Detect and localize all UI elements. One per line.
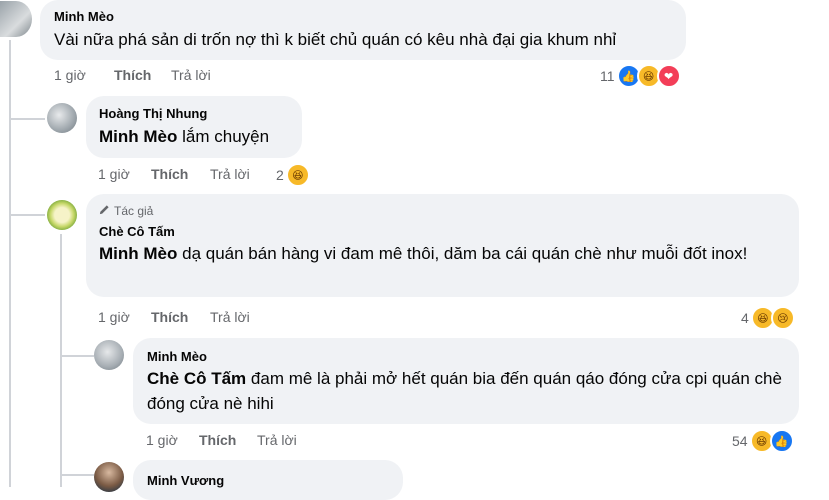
comment-time[interactable]: 1 giờ [146, 432, 199, 448]
like-button[interactable]: Thích [151, 166, 210, 182]
reaction-summary[interactable]: 2 😆 [276, 163, 310, 187]
comment-time[interactable]: 1 giờ [98, 166, 151, 182]
comment-text-wrap: Chè Cô Tấm đam mê là phải mở hết quán bi… [147, 366, 785, 416]
comment-author[interactable]: Hoàng Thị Nhung [99, 105, 289, 122]
comment-text: dạ quán bán hàng vi đam mê thôi, dăm ba … [182, 244, 748, 263]
comment-time[interactable]: 1 giờ [98, 309, 151, 325]
author-badge: Tác giả [99, 204, 786, 219]
avatar[interactable] [94, 462, 124, 492]
avatar[interactable] [94, 340, 124, 370]
mention-link[interactable]: Minh Mèo [99, 127, 177, 146]
comment-bubble: Tác giả Chè Cô Tấm Minh Mèo dạ quán bán … [86, 194, 799, 297]
reply-button[interactable]: Trả lời [257, 432, 297, 448]
avatar[interactable] [47, 103, 77, 133]
comment-author[interactable]: Minh Vương [147, 472, 389, 489]
comment-text: Vài nữa phá sản di trốn nợ thì k biết ch… [54, 30, 617, 49]
comment-actions: 1 giờ Thích Trả lời [54, 67, 211, 83]
author-badge-label: Tác giả [114, 204, 154, 218]
comment-text: lắm chuyện [182, 127, 270, 146]
comment-author[interactable]: Minh Mèo [147, 348, 785, 365]
comment-actions: 1 giờ Thích Trả lời [146, 432, 297, 448]
pencil-icon [99, 204, 110, 219]
comment-text-wrap: Minh Mèo lắm chuyện [99, 124, 289, 149]
avatar[interactable] [47, 200, 77, 230]
reaction-summary[interactable]: 54 😆 👍 [732, 429, 794, 453]
mention-link[interactable]: Minh Mèo [99, 244, 177, 263]
like-button[interactable]: Thích [199, 432, 257, 448]
reaction-summary[interactable]: 4 😆 😢 [741, 306, 795, 330]
reaction-count: 2 [276, 167, 284, 183]
comment-bubble: Hoàng Thị Nhung Minh Mèo lắm chuyện [86, 96, 302, 158]
reaction-count: 11 [600, 68, 615, 84]
reply-button[interactable]: Trả lời [210, 166, 250, 182]
reply-button[interactable]: Trả lời [210, 309, 250, 325]
comment-author[interactable]: Chè Cô Tấm [99, 223, 786, 240]
comment-time[interactable]: 1 giờ [54, 67, 114, 83]
avatar[interactable] [0, 1, 32, 37]
comment-bubble: Minh Vương [133, 460, 403, 500]
thread-connector-4 [60, 474, 94, 476]
reply-button[interactable]: Trả lời [171, 67, 211, 83]
comment-bubble: Minh Mèo Vài nữa phá sản di trốn nợ thì … [40, 0, 686, 60]
comment-bubble: Minh Mèo Chè Cô Tấm đam mê là phải mở hế… [133, 338, 799, 424]
like-icon: 👍 [769, 429, 794, 453]
comment-text-wrap: Minh Mèo dạ quán bán hàng vi đam mê thôi… [99, 241, 786, 266]
haha-icon: 😆 [285, 163, 310, 187]
comment-actions: 1 giờ Thích Trả lời [98, 166, 250, 182]
reaction-count: 54 [732, 433, 748, 449]
thread-connector-1 [9, 118, 45, 120]
thread-connector-2 [9, 214, 45, 216]
thread-line-sub [60, 234, 62, 487]
reaction-summary[interactable]: 11 👍 😆 ❤ [600, 64, 681, 88]
like-button[interactable]: Thích [151, 309, 210, 325]
comment-actions: 1 giờ Thích Trả lời [98, 309, 250, 325]
like-button[interactable]: Thích [114, 67, 171, 83]
comment-author[interactable]: Minh Mèo [54, 8, 672, 25]
love-icon: ❤ [656, 64, 681, 88]
thread-line-main [9, 40, 11, 487]
sad-icon: 😢 [770, 306, 795, 330]
thread-connector-3 [60, 355, 94, 357]
reaction-count: 4 [741, 310, 749, 326]
mention-link[interactable]: Chè Cô Tấm [147, 369, 246, 388]
